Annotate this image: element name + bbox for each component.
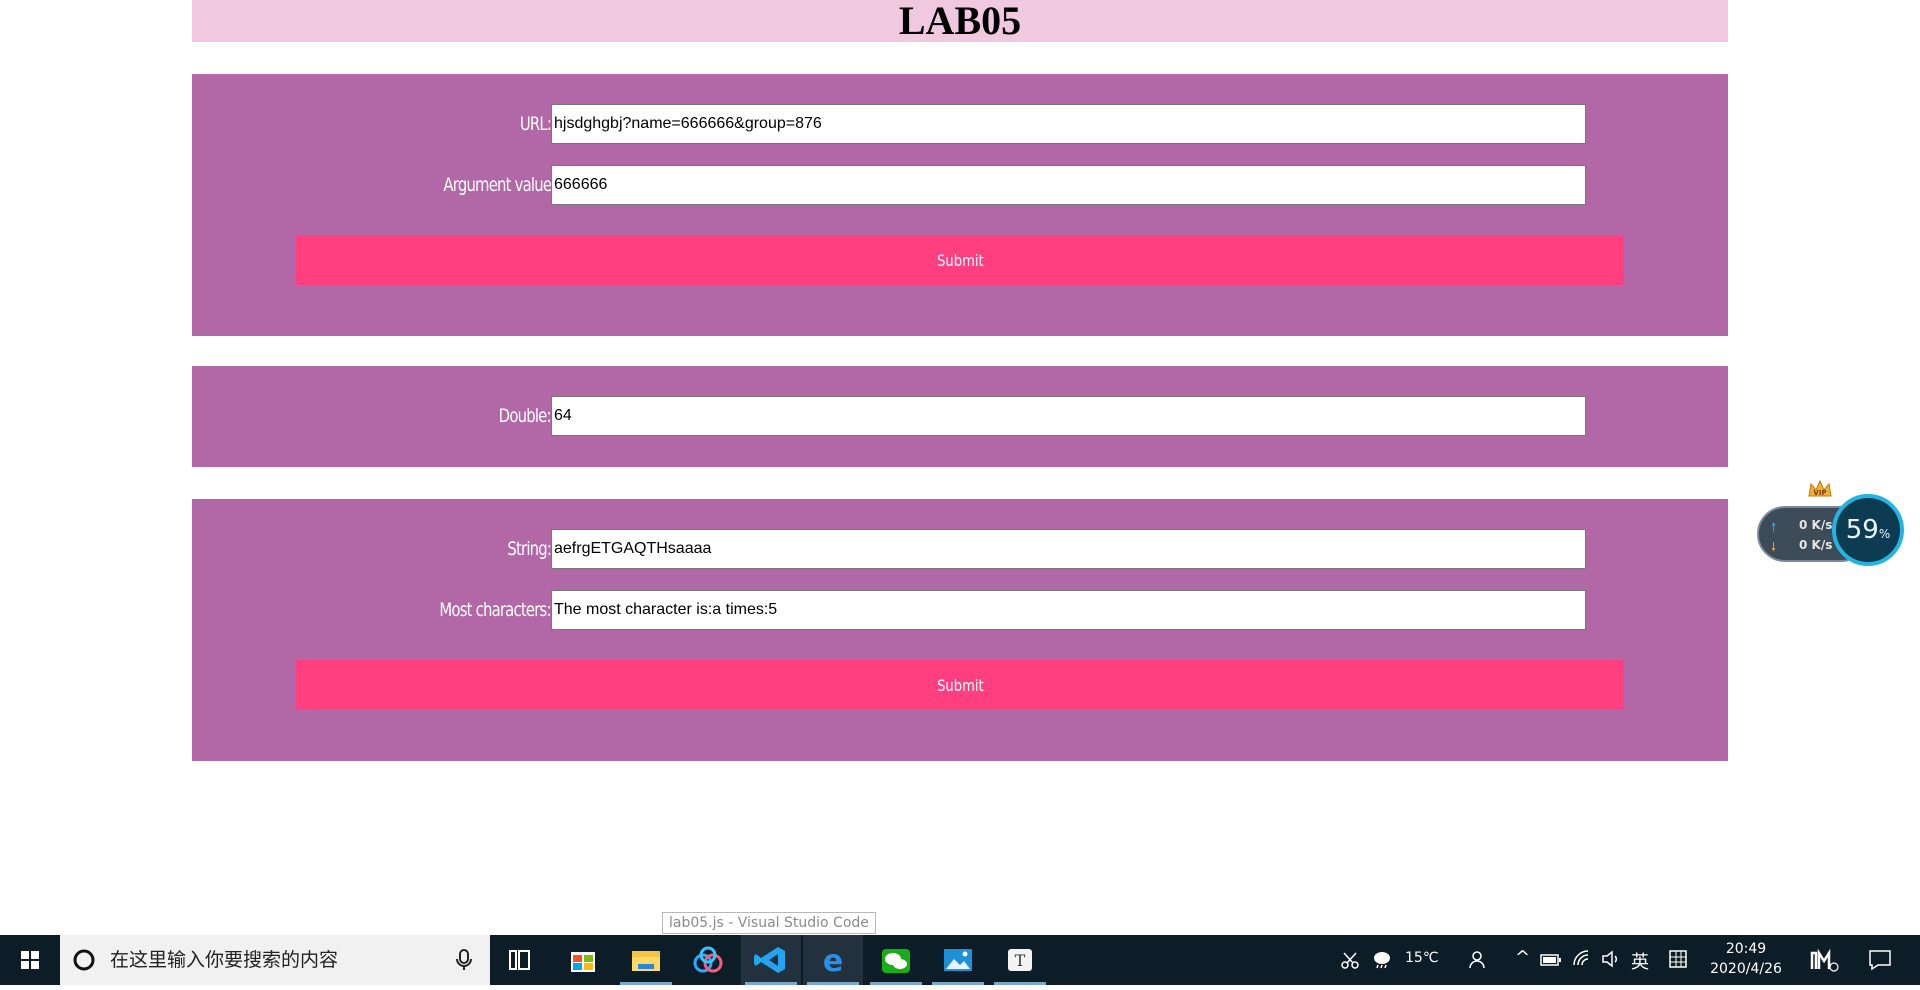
url-input[interactable] [551, 104, 1586, 144]
vip-badge-text: VIP [1813, 489, 1826, 497]
task-view-icon [509, 950, 530, 970]
taskbar-photos-app[interactable] [928, 935, 988, 985]
argument-value-input[interactable] [551, 165, 1586, 205]
edge-icon: e [823, 944, 843, 979]
scissors-icon[interactable] [1340, 950, 1360, 970]
start-button[interactable] [0, 935, 60, 985]
title-banner: LAB05 [192, 0, 1728, 42]
url-row: URL: [192, 104, 1728, 144]
show-hidden-icons-chevron-icon[interactable]: ^ [1515, 947, 1530, 968]
battery-icon[interactable] [1540, 952, 1562, 968]
store-icon [571, 952, 595, 972]
url-form-panel: URL: Argument value Submit [192, 74, 1728, 336]
usage-percent: 59 [1845, 515, 1879, 545]
svg-text:e: e [823, 944, 843, 979]
page-title: LAB05 [898, 0, 1022, 43]
wifi-icon[interactable] [1572, 949, 1592, 969]
url-label: URL: [519, 113, 552, 135]
input-method-indicator[interactable]: 英 [1631, 948, 1649, 974]
string-row: String: [192, 529, 1728, 569]
taskbar-wechat-app[interactable] [866, 935, 926, 985]
volume-icon[interactable] [1600, 949, 1620, 969]
people-icon[interactable] [1468, 949, 1490, 971]
double-row: Double: [192, 396, 1728, 436]
wechat-icon [882, 949, 910, 973]
string-form-panel: String: Most characters: Submit [192, 499, 1728, 761]
svg-text:T: T [1015, 951, 1026, 970]
windows-taskbar: 在这里输入你要搜索的内容 e T 15℃ ^ 英 20:49 2020/4/26 [0, 935, 1920, 985]
weather-temperature[interactable]: 15℃ [1405, 950, 1439, 966]
url-submit-label: Submit [936, 250, 984, 270]
most-characters-output[interactable] [551, 590, 1586, 630]
vip-crown-icon: VIP [1808, 479, 1832, 497]
typora-icon: T [1008, 949, 1032, 971]
string-submit-label: Submit [936, 675, 984, 695]
download-speed: 0 K/s [1799, 538, 1833, 552]
taskbar-typora-app[interactable]: T [990, 935, 1050, 985]
string-input[interactable] [551, 529, 1586, 569]
upload-speed: 0 K/s [1799, 518, 1833, 532]
weather-cloud-icon [1374, 952, 1390, 969]
url-submit-button[interactable]: Submit [296, 235, 1624, 285]
upload-arrow-icon: 🠕 [1771, 520, 1777, 534]
double-input[interactable] [551, 396, 1586, 436]
windows-logo-icon [21, 951, 39, 969]
taskbar-tooltip: lab05.js - Visual Studio Code [662, 912, 876, 934]
photos-icon [944, 949, 972, 971]
taskbar-vscode-app[interactable] [741, 935, 801, 985]
usage-percent-unit: % [1878, 527, 1891, 541]
cloud-drive-icon [693, 946, 723, 973]
string-submit-button[interactable]: Submit [296, 660, 1624, 710]
clock[interactable]: 20:49 2020/4/26 [1706, 939, 1786, 979]
microphone-icon[interactable] [454, 948, 474, 972]
most-characters-label: Most characters: [439, 599, 552, 621]
usage-ring: 59% [1832, 494, 1904, 566]
string-label: String: [507, 538, 552, 560]
ime-keyboard-grid-icon[interactable] [1668, 949, 1688, 969]
im-app-tray-icon[interactable] [1810, 947, 1840, 973]
net-speed-widget[interactable]: 🠕 0 K/s 🠗 0 K/s 59% VIP [1756, 476, 1910, 572]
clock-time: 20:49 [1725, 941, 1767, 957]
clock-date: 2020/4/26 [1710, 961, 1782, 977]
folder-icon [632, 951, 660, 971]
taskbar-baidu-app[interactable] [678, 935, 738, 985]
task-view-button[interactable] [490, 935, 550, 985]
search-placeholder: 在这里输入你要搜索的内容 [110, 949, 339, 971]
download-arrow-icon: 🠗 [1771, 540, 1777, 554]
taskbar-store-app[interactable] [553, 935, 613, 985]
argument-label: Argument value [443, 174, 552, 196]
cortana-circle-icon [73, 949, 95, 971]
argument-row: Argument value [192, 165, 1728, 205]
taskbar-explorer-app[interactable] [616, 935, 676, 985]
double-label: Double: [498, 405, 552, 427]
taskbar-search-box[interactable]: 在这里输入你要搜索的内容 [60, 935, 490, 985]
taskbar-edge-app[interactable]: e [803, 935, 863, 985]
browser-page: LAB05 URL: Argument value Submit Double:… [0, 0, 1920, 935]
double-panel: Double: [192, 366, 1728, 467]
notification-center-icon[interactable] [1868, 949, 1892, 971]
most-characters-row: Most characters: [192, 590, 1728, 630]
vscode-icon [754, 947, 785, 973]
